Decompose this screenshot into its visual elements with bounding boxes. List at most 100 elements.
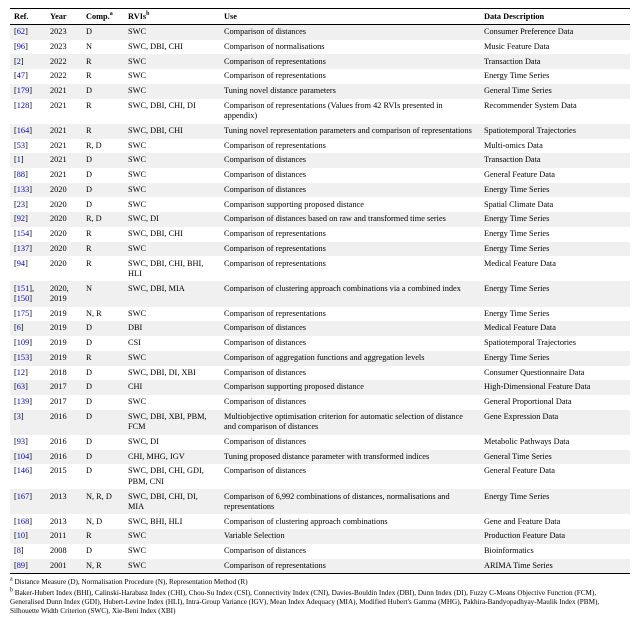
citation-link[interactable]: 151 xyxy=(17,284,29,293)
cell-comp: N, D xyxy=(82,514,124,529)
cell-use: Tuning novel distance parameters xyxy=(220,84,480,99)
cell-comp: N, R, D xyxy=(82,489,124,514)
cell-ref: [154] xyxy=(10,227,46,242)
citation-link[interactable]: 6 xyxy=(17,323,21,332)
cell-comp: R xyxy=(82,256,124,281)
table-row: [96]2023NSWC, DBI, CHIComparison of norm… xyxy=(10,40,630,55)
cell-rvis: SWC, DBI, CHI xyxy=(124,40,220,55)
citation-link[interactable]: 12 xyxy=(17,368,25,377)
citation-link[interactable]: 94 xyxy=(17,259,25,268)
citation-link[interactable]: 154 xyxy=(17,229,29,238)
citation-link[interactable]: 23 xyxy=(17,200,25,209)
citation-link[interactable]: 153 xyxy=(17,353,29,362)
citation-link[interactable]: 179 xyxy=(17,86,29,95)
citation-link[interactable]: 133 xyxy=(17,185,29,194)
citation-link[interactable]: 137 xyxy=(17,244,29,253)
table-row: [62]2023DSWCComparison of distancesConsu… xyxy=(10,25,630,40)
cell-use: Comparison of distances xyxy=(220,395,480,410)
cell-ref: [88] xyxy=(10,168,46,183)
citation-link[interactable]: 168 xyxy=(17,517,29,526)
citation-link[interactable]: 63 xyxy=(17,382,25,391)
cell-rvis: SWC, DBI, CHI xyxy=(124,124,220,139)
citation-link[interactable]: 92 xyxy=(17,214,25,223)
table-row: [167]2013N, R, DSWC, DBI, CHI, DI, MIACo… xyxy=(10,489,630,514)
citation-link[interactable]: 150 xyxy=(17,294,29,303)
cell-comp: D xyxy=(82,395,124,410)
cell-use: Comparison of distances xyxy=(220,435,480,450)
citation-link[interactable]: 146 xyxy=(17,466,29,475)
cell-use: Comparison of representations xyxy=(220,242,480,257)
cell-year: 2008 xyxy=(46,544,82,559)
cell-ref: [93] xyxy=(10,435,46,450)
citation-link[interactable]: 1 xyxy=(17,155,21,164)
cell-rvis: SWC xyxy=(124,197,220,212)
cell-comp: N xyxy=(82,281,124,306)
cell-year: 2019 xyxy=(46,336,82,351)
cell-data: Energy Time Series xyxy=(480,212,630,227)
cell-ref: [8] xyxy=(10,544,46,559)
cell-use: Comparison of representations xyxy=(220,256,480,281)
citation-link[interactable]: 2 xyxy=(17,57,21,66)
citation-link[interactable]: 10 xyxy=(17,531,25,540)
col-header-ref: Ref. xyxy=(10,9,46,25)
table-row: [179]2021DSWCTuning novel distance param… xyxy=(10,84,630,99)
cell-year: 2023 xyxy=(46,25,82,40)
col-header-rvis: RVIsb xyxy=(124,9,220,25)
col-header-comp: Comp.a xyxy=(82,9,124,25)
cell-data: Energy Time Series xyxy=(480,307,630,322)
citation-link[interactable]: 164 xyxy=(17,126,29,135)
cell-use: Comparison of distances xyxy=(220,153,480,168)
cell-rvis: DBI xyxy=(124,321,220,336)
footnote-b: b Baker-Hubert Index (BHI), Calinski-Har… xyxy=(10,589,630,616)
cell-comp: D xyxy=(82,435,124,450)
table-row: [3]2016DSWC, DBI, XBI, PBM, FCMMultiobje… xyxy=(10,410,630,435)
citation-link[interactable]: 175 xyxy=(17,309,29,318)
citation-link[interactable]: 47 xyxy=(17,71,25,80)
cell-rvis: SWC, DBI, CHI, DI xyxy=(124,99,220,124)
table-row: [88]2021DSWCComparison of distancesGener… xyxy=(10,168,630,183)
table-row: [89]2001N, RSWCComparison of representat… xyxy=(10,559,630,574)
cell-data: General Feature Data xyxy=(480,464,630,489)
cell-year: 2021 xyxy=(46,124,82,139)
cell-ref: [47] xyxy=(10,69,46,84)
cell-ref: [128] xyxy=(10,99,46,124)
footnote-a: a Distance Measure (D), Normalisation Pr… xyxy=(10,578,630,587)
cell-ref: [104] xyxy=(10,450,46,465)
cell-rvis: SWC, DBI, CHI, DI, MIA xyxy=(124,489,220,514)
citation-link[interactable]: 3 xyxy=(17,412,21,421)
cell-ref: [63] xyxy=(10,380,46,395)
cell-data: Spatiotemporal Trajectories xyxy=(480,124,630,139)
citation-link[interactable]: 93 xyxy=(17,437,25,446)
cell-year: 2021 xyxy=(46,84,82,99)
cell-rvis: SWC xyxy=(124,529,220,544)
cell-rvis: CHI, MHG, IGV xyxy=(124,450,220,465)
cell-rvis: SWC xyxy=(124,559,220,574)
citation-link[interactable]: 128 xyxy=(17,101,29,110)
cell-use: Comparison of distances xyxy=(220,464,480,489)
cell-rvis: SWC xyxy=(124,139,220,154)
citation-link[interactable]: 96 xyxy=(17,42,25,51)
cell-data: Metabolic Pathways Data xyxy=(480,435,630,450)
citation-link[interactable]: 62 xyxy=(17,27,25,36)
cell-data: Recommender System Data xyxy=(480,99,630,124)
citation-link[interactable]: 53 xyxy=(17,141,25,150)
citation-link[interactable]: 109 xyxy=(17,338,29,347)
cell-data: Energy Time Series xyxy=(480,227,630,242)
cell-comp: R xyxy=(82,54,124,69)
table-row: [63]2017DCHIComparison supporting propos… xyxy=(10,380,630,395)
cell-ref: [96] xyxy=(10,40,46,55)
cell-year: 2018 xyxy=(46,366,82,381)
citation-link[interactable]: 8 xyxy=(17,546,21,555)
citation-link[interactable]: 88 xyxy=(17,170,25,179)
cell-comp: R, D xyxy=(82,139,124,154)
citation-link[interactable]: 167 xyxy=(17,492,29,501)
citation-link[interactable]: 104 xyxy=(17,452,29,461)
citation-link[interactable]: 89 xyxy=(17,561,25,570)
cell-year: 2015 xyxy=(46,464,82,489)
cell-year: 2022 xyxy=(46,69,82,84)
cell-ref: [6] xyxy=(10,321,46,336)
cell-data: Energy Time Series xyxy=(480,69,630,84)
citation-link[interactable]: 139 xyxy=(17,397,29,406)
cell-comp: N xyxy=(82,40,124,55)
cell-ref: [53] xyxy=(10,139,46,154)
